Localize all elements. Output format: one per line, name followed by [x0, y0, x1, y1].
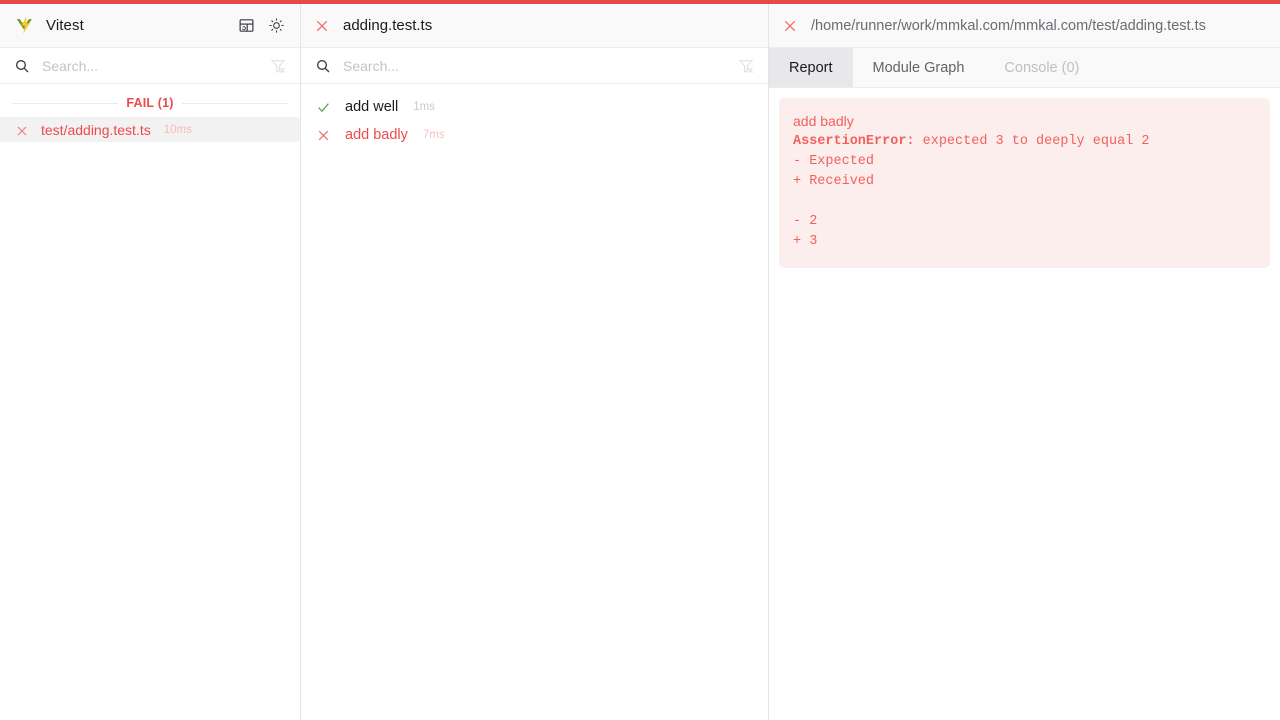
tests-list: add well 1ms add badly 7ms: [301, 84, 768, 720]
test-row[interactable]: add well 1ms: [301, 93, 768, 121]
explorer-file-row[interactable]: test/adding.test.ts 10ms: [0, 117, 300, 142]
error-diff-expected: - 2: [793, 212, 1256, 232]
sun-icon[interactable]: [266, 16, 286, 36]
vitest-logo-icon: [14, 15, 36, 37]
tab-console[interactable]: Console (0): [984, 48, 1099, 87]
explorer-group-header: FAIL (1): [0, 92, 300, 114]
tests-header-file: adding.test.ts: [315, 17, 754, 34]
explorer-file-name: test/adding.test.ts: [41, 122, 151, 138]
tests-search-row: [301, 48, 768, 84]
test-name: add badly: [345, 127, 408, 143]
error-card: add badly AssertionError: expected 3 to …: [779, 98, 1270, 268]
detail-header-file: /home/runner/work/mmkal.com/mmkal.com/te…: [783, 18, 1266, 34]
brand-name: Vitest: [46, 17, 84, 34]
explorer-header: Vitest: [0, 4, 300, 48]
error-type: AssertionError:: [793, 134, 915, 149]
tab-report[interactable]: Report: [769, 48, 853, 87]
header-actions: [236, 16, 286, 36]
explorer-file-list: FAIL (1) test/adding.test.ts 10ms: [0, 84, 300, 720]
error-message-line: AssertionError: expected 3 to deeply equ…: [793, 132, 1256, 152]
report-body: add badly AssertionError: expected 3 to …: [769, 88, 1280, 720]
check-icon: [317, 101, 330, 114]
explorer-file-duration: 10ms: [164, 124, 192, 136]
filter-clear-icon[interactable]: [738, 58, 754, 74]
filter-clear-icon[interactable]: [270, 58, 286, 74]
close-x-icon: [317, 129, 330, 142]
test-row[interactable]: add badly 7ms: [301, 121, 768, 149]
vitest-ui-root: Vitest: [0, 0, 1280, 720]
detail-pane: /home/runner/work/mmkal.com/mmkal.com/te…: [768, 4, 1280, 720]
detail-tabs: Report Module Graph Console (0): [769, 48, 1280, 88]
close-x-icon: [315, 19, 329, 33]
detail-file-path: /home/runner/work/mmkal.com/mmkal.com/te…: [811, 18, 1206, 34]
test-duration: 1ms: [413, 101, 435, 113]
error-diff-spacer: [793, 192, 1256, 212]
detail-header: /home/runner/work/mmkal.com/mmkal.com/te…: [769, 4, 1280, 48]
tests-search-input[interactable]: [343, 58, 726, 74]
tests-header: adding.test.ts: [301, 4, 768, 48]
panes-container: Vitest: [0, 4, 1280, 720]
fail-group-label: FAIL (1): [126, 96, 173, 110]
explorer-pane: Vitest: [0, 4, 300, 720]
close-x-icon: [16, 124, 28, 136]
error-legend-expected: - Expected: [793, 152, 1256, 172]
close-x-icon: [783, 19, 797, 33]
search-icon: [14, 58, 30, 74]
error-test-name: add badly: [793, 111, 1256, 131]
error-diff-received: + 3: [793, 232, 1256, 252]
error-legend-received: + Received: [793, 172, 1256, 192]
divider-line-left: [12, 103, 118, 104]
explorer-search-row: [0, 48, 300, 84]
error-message: expected 3 to deeply equal 2: [915, 134, 1150, 149]
test-name: add well: [345, 99, 398, 115]
tab-module-graph[interactable]: Module Graph: [853, 48, 985, 87]
search-icon: [315, 58, 331, 74]
dashboard-panel-icon[interactable]: [236, 16, 256, 36]
tests-pane: adding.test.ts: [300, 4, 768, 720]
divider-line-right: [182, 103, 288, 104]
explorer-search-input[interactable]: [42, 58, 258, 74]
test-duration: 7ms: [423, 129, 445, 141]
tests-header-filename: adding.test.ts: [343, 17, 432, 34]
brand: Vitest: [14, 15, 226, 37]
